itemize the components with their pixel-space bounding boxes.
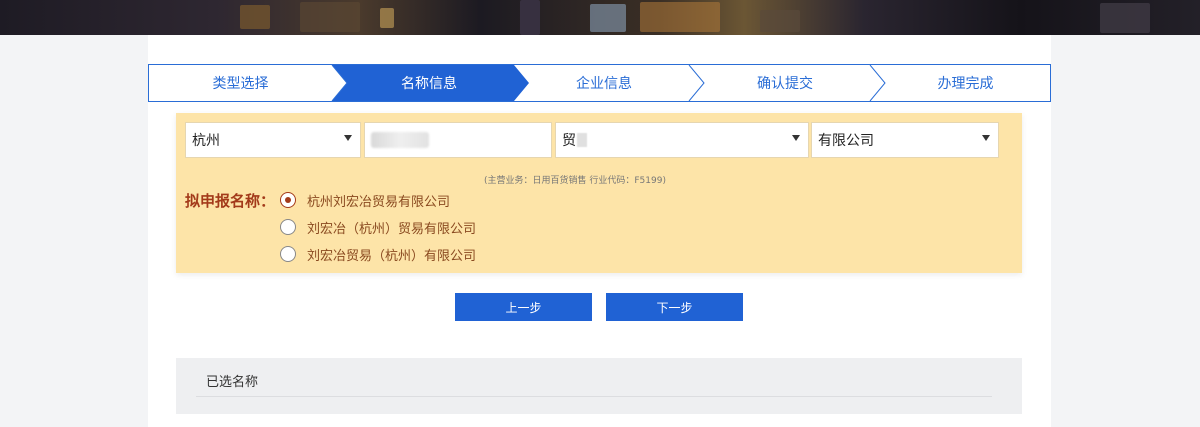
prev-step-button[interactable]: 上一步 xyxy=(455,293,592,321)
step-type-select: 类型选择 xyxy=(212,76,269,92)
radio-button[interactable] xyxy=(280,219,296,235)
radio-button[interactable] xyxy=(280,192,296,208)
name-option-2[interactable]: 刘宏冶（杭州）贸易有限公司 xyxy=(280,217,476,237)
radio-button[interactable] xyxy=(280,246,296,262)
selected-names-section: 已选名称 xyxy=(176,358,1022,414)
step-confirm-submit: 确认提交 xyxy=(757,76,813,92)
step-name-info: 名称信息 xyxy=(401,76,457,92)
region-value: 杭州 xyxy=(192,133,220,149)
region-select[interactable]: 杭州 xyxy=(185,122,361,158)
industry-value: 贸 xyxy=(562,133,576,149)
step-complete: 办理完成 xyxy=(937,76,994,92)
redacted-industry xyxy=(577,133,587,147)
divider xyxy=(196,396,992,397)
step-company-info: 企业信息 xyxy=(576,76,632,92)
header-banner xyxy=(0,0,1200,35)
business-hint: (主营业务：日用百货销售 行业代码：F5199) xyxy=(484,176,666,186)
proposed-name-label: 拟申报名称： xyxy=(185,192,276,210)
org-form-value: 有限公司 xyxy=(818,133,874,149)
name-option-1[interactable]: 杭州刘宏冶贸易有限公司 xyxy=(280,190,450,210)
org-form-select[interactable]: 有限公司 xyxy=(811,122,999,158)
chevron-down-icon xyxy=(982,135,990,141)
trade-name-input[interactable] xyxy=(364,122,552,158)
selected-names-title: 已选名称 xyxy=(206,375,259,390)
name-option-text: 刘宏冶贸易（杭州）有限公司 xyxy=(307,248,477,264)
name-option-text: 刘宏冶（杭州）贸易有限公司 xyxy=(307,221,477,237)
name-option-text: 杭州刘宏冶贸易有限公司 xyxy=(307,194,451,210)
name-option-3[interactable]: 刘宏冶贸易（杭州）有限公司 xyxy=(280,244,476,264)
chevron-down-icon xyxy=(344,135,352,141)
progress-steps: 类型选择 名称信息 企业信息 确认提交 办理完成 xyxy=(148,64,1051,102)
chevron-down-icon xyxy=(792,135,800,141)
next-step-button[interactable]: 下一步 xyxy=(606,293,743,321)
industry-select[interactable]: 贸 xyxy=(555,122,809,158)
redacted-name xyxy=(371,132,429,148)
name-info-panel: 杭州 贸 有限公司 (主营业务：日用百货销售 行业代码：F5199) 拟申报名称… xyxy=(176,113,1022,273)
